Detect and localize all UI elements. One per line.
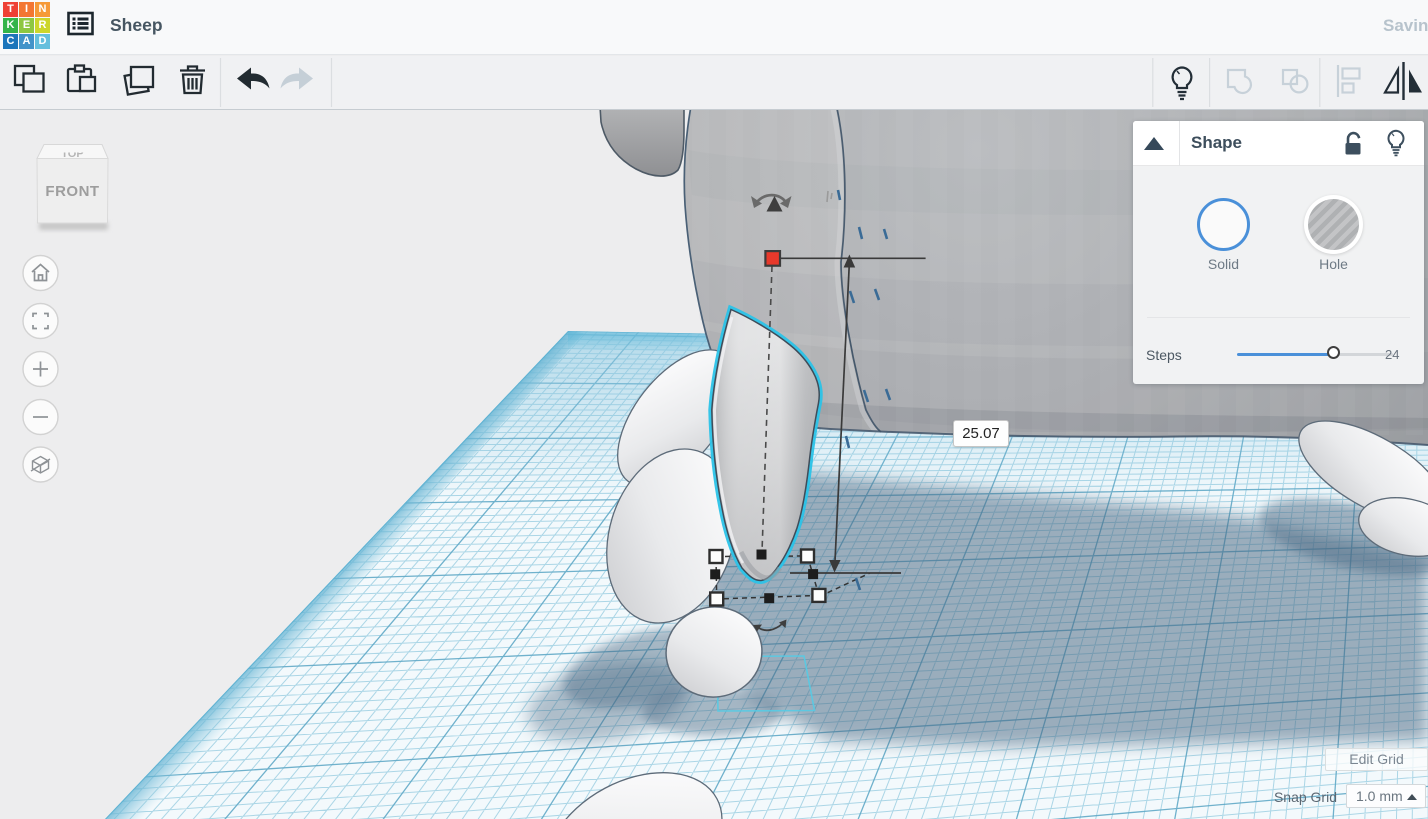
svg-text:FRONT: FRONT [45,183,99,200]
